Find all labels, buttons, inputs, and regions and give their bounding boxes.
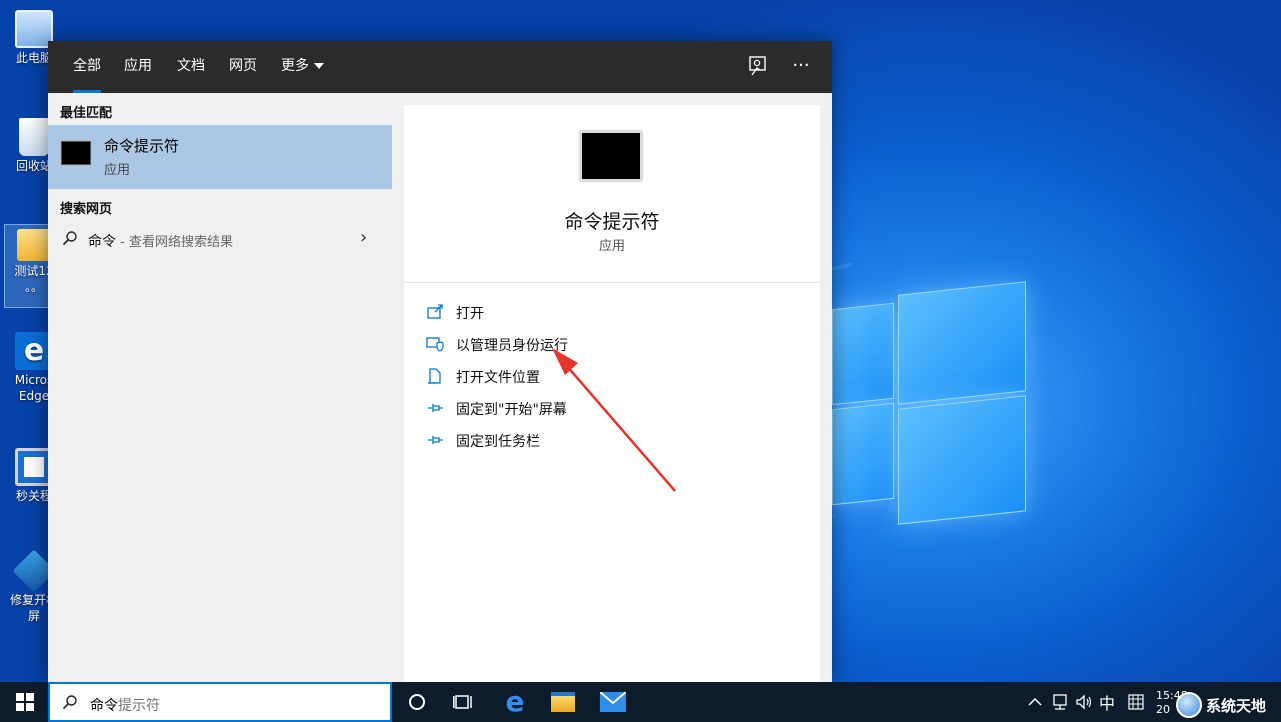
action-open[interactable]: 打开 [426, 299, 726, 325]
watermark-globe-icon [1176, 692, 1202, 718]
taskbar: 命令提示符 e 中 15:48 20 [0, 682, 1281, 722]
open-icon [427, 304, 443, 319]
best-match-result[interactable]: 命令提示符 应用 [48, 125, 392, 189]
ime-mode-icon[interactable] [1124, 682, 1148, 722]
feedback-icon[interactable] [746, 55, 770, 79]
tray-chevron-up-icon[interactable] [1024, 682, 1046, 722]
desktop-icon-label: 此电脑 [15, 51, 52, 65]
search-autocomplete-hint: 提示符 [118, 698, 160, 714]
cortana-icon [409, 694, 425, 710]
tab-apps[interactable]: 应用 [124, 41, 152, 93]
best-match-heading: 最佳匹配 [60, 106, 113, 121]
taskbar-file-explorer[interactable] [540, 682, 586, 722]
windows-start-icon [16, 693, 34, 711]
tab-web[interactable]: 网页 [229, 41, 257, 93]
best-match-type: 应用 [104, 163, 131, 178]
ime-indicator[interactable]: 中 [1096, 682, 1118, 722]
cortana-button[interactable] [394, 682, 440, 722]
volume-icon[interactable] [1072, 682, 1096, 722]
action-run-as-admin[interactable]: 以管理员身份运行 [426, 331, 726, 357]
chevron-right-icon: › [360, 227, 368, 248]
desktop-icon-label: 回收站 [15, 159, 52, 173]
search-icon [62, 231, 77, 246]
preview-type: 应用 [598, 239, 625, 254]
preview-header: 命令提示符 应用 [404, 105, 820, 283]
tab-all[interactable]: 全部 [73, 41, 101, 93]
action-pin-to-start[interactable]: 固定到"开始"屏幕 [426, 395, 726, 421]
start-button[interactable] [2, 682, 48, 722]
watermark-text: 系统天地 [1206, 696, 1267, 715]
search-tabs-bar: 全部 应用 文档 网页 更多 ··· [48, 41, 832, 93]
shield-icon [426, 337, 444, 352]
action-label: 以管理员身份运行 [456, 338, 568, 354]
action-open-file-location[interactable]: 打开文件位置 [426, 363, 726, 389]
pin-icon [428, 404, 443, 412]
action-label: 固定到"开始"屏幕 [456, 402, 567, 418]
recycle-bin-icon [19, 118, 49, 156]
edge-icon: e [505, 685, 525, 718]
task-view-button[interactable] [440, 682, 486, 722]
action-label: 打开 [456, 306, 484, 322]
web-search-heading: 搜索网页 [60, 202, 113, 217]
chevron-down-icon [314, 63, 324, 69]
task-view-icon [453, 695, 472, 709]
results-list: 最佳匹配 命令提示符 应用 搜索网页 命令 - 查看网络搜索结果 › [48, 93, 392, 682]
web-search-result[interactable]: 命令 - 查看网络搜索结果 › [48, 225, 392, 255]
command-prompt-icon [60, 140, 92, 166]
tab-documents[interactable]: 文档 [177, 41, 205, 93]
tab-more[interactable]: 更多 [281, 41, 324, 93]
more-options-icon[interactable]: ··· [788, 55, 814, 79]
best-match-name: 命令提示符 [104, 137, 180, 155]
action-label: 打开文件位置 [456, 370, 540, 386]
taskbar-edge[interactable]: e [492, 682, 538, 722]
taskbar-search-input[interactable]: 命令提示符 [48, 682, 392, 722]
windows-logo-wallpaper [832, 281, 1028, 525]
search-icon [62, 695, 77, 710]
network-icon[interactable] [1048, 682, 1072, 722]
taskbar-mail[interactable] [590, 682, 636, 722]
file-location-icon [428, 368, 441, 384]
start-search-panel: 全部 应用 文档 网页 更多 ··· 最佳匹配 命令提示符 应用 搜索网页 命令… [48, 41, 832, 682]
watermark: 系统天地 [1176, 690, 1281, 720]
desktop-icon-label: 秒关程 [15, 489, 52, 503]
folder-icon [551, 692, 575, 712]
command-prompt-icon [580, 131, 642, 181]
pin-icon [428, 436, 443, 444]
web-search-query: 命令 [88, 234, 116, 250]
preview-name: 命令提示符 [564, 211, 660, 233]
web-search-description: - 查看网络搜索结果 [116, 235, 233, 250]
clock-date: 20 [1156, 703, 1170, 716]
preview-pane: 命令提示符 应用 打开 以管理员身份运行 打开文件位置 固定到"开始"屏幕 固定… [404, 105, 820, 682]
search-typed-text: 命令 [90, 698, 118, 714]
mail-icon [600, 692, 626, 712]
action-pin-to-taskbar[interactable]: 固定到任务栏 [426, 427, 726, 453]
folder-icon [17, 229, 51, 261]
action-label: 固定到任务栏 [456, 434, 540, 450]
